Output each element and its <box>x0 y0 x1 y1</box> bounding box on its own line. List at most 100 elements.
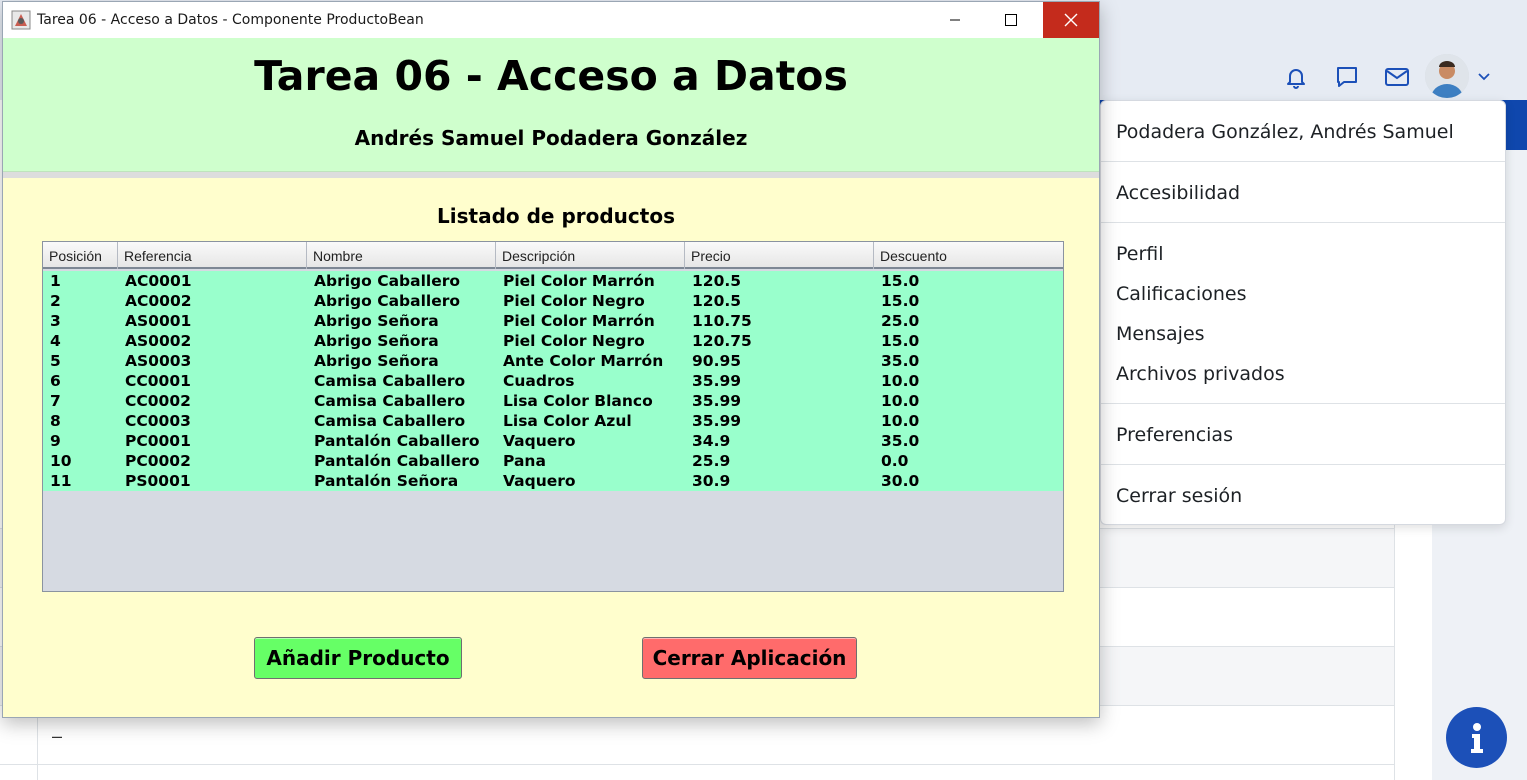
avatar[interactable] <box>1425 54 1469 98</box>
cell-name: Camisa Caballero <box>314 392 466 410</box>
cell-position: 9 <box>50 432 61 450</box>
menu-divider <box>1101 403 1505 404</box>
cell-discount: 15.0 <box>881 292 920 310</box>
cell-price: 120.5 <box>692 292 742 310</box>
cell-description: Piel Color Marrón <box>503 272 655 290</box>
cell-price: 35.99 <box>692 392 742 410</box>
cell-discount: 35.0 <box>881 352 920 370</box>
table-row[interactable]: 5 AS0003 Abrigo Señora Ante Color Marrón 90.… <box>43 351 1063 371</box>
table-row[interactable]: 10 PC0002 Pantalón Caballero Pana 25.9 0.0 <box>43 451 1063 471</box>
add-product-button[interactable]: Añadir Producto <box>254 637 462 679</box>
cell-name: Camisa Caballero <box>314 372 466 390</box>
cell-position: 7 <box>50 392 61 410</box>
table-row[interactable]: 1 AC0001 Abrigo Caballero Piel Color Marrón… <box>43 271 1063 291</box>
cell-position: 3 <box>50 312 61 330</box>
chevron-down-icon[interactable] <box>1474 66 1494 86</box>
table-row[interactable]: 3 AS0001 Abrigo Señora Piel Color Marrón 110… <box>43 311 1063 331</box>
column-header-position[interactable]: Posición <box>43 242 118 269</box>
cell-reference: PC0001 <box>125 432 191 450</box>
user-menu-user-name[interactable]: Podadera González, Andrés Samuel <box>1116 121 1454 143</box>
cell-price: 34.9 <box>692 432 731 450</box>
cell-price: 35.99 <box>692 412 742 430</box>
chat-icon[interactable] <box>1332 62 1362 92</box>
cell-reference: PC0002 <box>125 452 191 470</box>
column-header-price[interactable]: Precio <box>685 242 874 269</box>
cell-description: Cuadros <box>503 372 575 390</box>
cell-name: Abrigo Caballero <box>314 292 461 310</box>
bg-cell-dash: – <box>52 726 63 746</box>
cell-price: 35.99 <box>692 372 742 390</box>
products-table[interactable]: Posición Referencia Nombre Descripción P… <box>42 241 1064 592</box>
cell-reference: AC0002 <box>125 292 192 310</box>
cell-price: 120.75 <box>692 332 752 350</box>
cell-name: Pantalón Caballero <box>314 432 480 450</box>
menu-item-accessibility[interactable]: Accesibilidad <box>1116 182 1240 204</box>
author-name: Andrés Samuel Podadera González <box>354 126 748 150</box>
cell-discount: 10.0 <box>881 392 920 410</box>
app-window: Tarea 06 - Acceso a Datos - Componente P… <box>2 1 1100 718</box>
cell-position: 8 <box>50 412 61 430</box>
menu-divider <box>1101 161 1505 162</box>
minimize-icon[interactable] <box>927 2 983 38</box>
menu-item-logout[interactable]: Cerrar sesión <box>1116 485 1242 507</box>
column-header-name[interactable]: Nombre <box>307 242 496 269</box>
menu-item-messages[interactable]: Mensajes <box>1116 323 1205 345</box>
menu-item-grades[interactable]: Calificaciones <box>1116 283 1247 305</box>
java-app-icon <box>11 10 31 30</box>
cell-description: Vaquero <box>503 432 576 450</box>
cell-price: 110.75 <box>692 312 752 330</box>
cell-discount: 30.0 <box>881 472 920 490</box>
menu-item-preferences[interactable]: Preferencias <box>1116 424 1233 446</box>
table-row[interactable]: 6 CC0001 Camisa Caballero Cuadros 35.99 10.0 <box>43 371 1063 391</box>
cell-name: Camisa Caballero <box>314 412 466 430</box>
column-header-description[interactable]: Descripción <box>496 242 685 269</box>
table-row[interactable]: 7 CC0002 Camisa Caballero Lisa Color Blanco… <box>43 391 1063 411</box>
menu-divider <box>1101 464 1505 465</box>
cell-position: 2 <box>50 292 61 310</box>
cell-price: 120.5 <box>692 272 742 290</box>
cell-price: 25.9 <box>692 452 731 470</box>
menu-item-profile[interactable]: Perfil <box>1116 243 1164 265</box>
cell-name: Abrigo Señora <box>314 312 439 330</box>
cell-discount: 25.0 <box>881 312 920 330</box>
cell-position: 11 <box>50 472 72 490</box>
table-row[interactable]: 9 PC0001 Pantalón Caballero Vaquero 34.9 35.0 <box>43 431 1063 451</box>
column-header-discount[interactable]: Descuento <box>874 242 1063 269</box>
page-title: Tarea 06 - Acceso a Datos <box>254 52 848 100</box>
cell-position: 6 <box>50 372 61 390</box>
window-titlebar[interactable]: Tarea 06 - Acceso a Datos - Componente P… <box>3 2 1099 38</box>
cell-name: Abrigo Señora <box>314 352 439 370</box>
mail-icon[interactable] <box>1382 62 1412 92</box>
table-row[interactable]: 11 PS0001 Pantalón Señora Vaquero 30.9 30.0 <box>43 471 1063 491</box>
menu-divider <box>1101 222 1505 223</box>
cell-price: 30.9 <box>692 472 731 490</box>
menu-item-private-files[interactable]: Archivos privados <box>1116 363 1285 385</box>
cell-discount: 15.0 <box>881 332 920 350</box>
cell-reference: CC0002 <box>125 392 191 410</box>
user-menu-dropdown: Podadera González, Andrés Samuel Accesib… <box>1100 100 1506 525</box>
cell-name: Abrigo Caballero <box>314 272 461 290</box>
info-icon[interactable] <box>1446 707 1507 768</box>
cell-name: Pantalón Caballero <box>314 452 480 470</box>
cell-position: 1 <box>50 272 61 290</box>
table-row[interactable]: 2 AC0002 Abrigo Caballero Piel Color Negro 1… <box>43 291 1063 311</box>
cell-description: Piel Color Marrón <box>503 312 655 330</box>
cell-reference: AC0001 <box>125 272 192 290</box>
close-application-button[interactable]: Cerrar Aplicación <box>642 637 857 679</box>
cell-name: Pantalón Señora <box>314 472 459 490</box>
maximize-icon[interactable] <box>983 2 1039 38</box>
cell-discount: 10.0 <box>881 412 920 430</box>
bell-icon[interactable] <box>1281 62 1311 92</box>
cell-description: Piel Color Negro <box>503 332 645 350</box>
column-header-reference[interactable]: Referencia <box>118 242 307 269</box>
cell-description: Pana <box>503 452 546 470</box>
cell-description: Lisa Color Blanco <box>503 392 653 410</box>
close-icon[interactable] <box>1043 2 1099 38</box>
list-title: Listado de productos <box>437 204 675 228</box>
cell-reference: AS0002 <box>125 332 192 350</box>
table-row[interactable]: 8 CC0003 Camisa Caballero Lisa Color Azul 35… <box>43 411 1063 431</box>
table-row[interactable]: 4 AS0002 Abrigo Señora Piel Color Negro 120.… <box>43 331 1063 351</box>
cell-description: Vaquero <box>503 472 576 490</box>
header-separator <box>3 172 1099 178</box>
cell-position: 10 <box>50 452 72 470</box>
